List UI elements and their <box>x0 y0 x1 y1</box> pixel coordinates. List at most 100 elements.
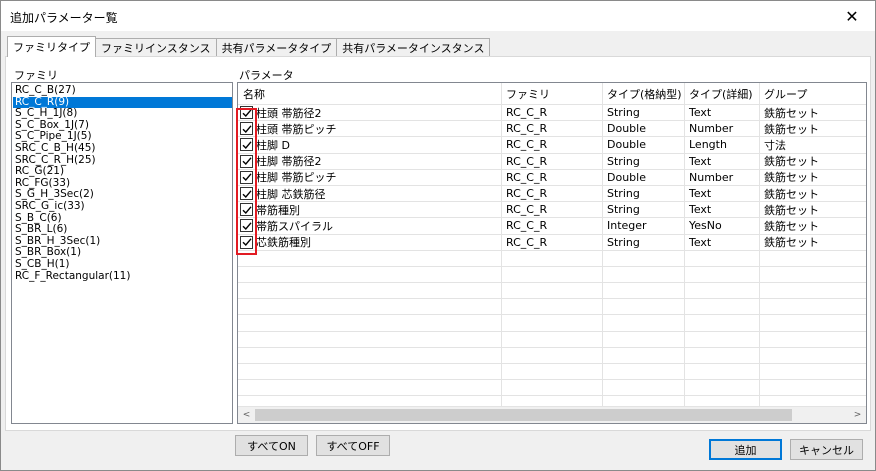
check-icon <box>242 206 252 214</box>
empty-cell <box>760 348 866 363</box>
empty-cell <box>502 283 603 299</box>
add-button[interactable]: 追加 <box>709 439 782 460</box>
row-name-cell: 帯筋種別 <box>238 202 502 218</box>
row-checkbox[interactable] <box>240 154 253 168</box>
empty-cell <box>760 299 866 314</box>
row-storage-cell: String <box>603 185 685 202</box>
row-name-cell: 帯筋スパイラル <box>238 218 502 234</box>
close-icon: ✕ <box>845 6 859 26</box>
row-checkbox[interactable] <box>240 138 253 152</box>
row-detail-cell: Number <box>685 169 760 185</box>
row-detail-cell: YesNo <box>685 218 760 234</box>
row-group-cell: 鉄筋セット <box>760 218 866 233</box>
row-detail-cell: Text <box>685 153 760 169</box>
row-name-text: 芯鉄筋種別 <box>256 236 311 250</box>
row-detail-cell: Text <box>685 185 760 202</box>
table-row[interactable]: 柱脚 D RC_C_R Double Length 寸法 <box>238 137 866 154</box>
empty-cell <box>760 332 866 347</box>
family-list-item[interactable]: RC_G(21) <box>13 166 232 178</box>
row-name-text: 柱脚 帯筋径2 <box>256 155 322 169</box>
row-name-cell: 柱脚 帯筋径2 <box>238 153 502 169</box>
table-row[interactable]: 柱頭 帯筋ピッチ RC_C_R Double Number 鉄筋セット <box>238 121 866 138</box>
row-checkbox[interactable] <box>240 122 253 136</box>
empty-cell <box>603 315 685 331</box>
row-name-cell: 柱脚 芯鉄筋径 <box>238 185 502 202</box>
row-checkbox[interactable] <box>240 187 253 201</box>
row-family-cell: RC_C_R <box>502 105 603 121</box>
empty-cell <box>502 266 603 283</box>
row-checkbox[interactable] <box>240 106 253 120</box>
row-name-cell: 柱頭 帯筋ピッチ <box>238 121 502 137</box>
row-storage-cell: Double <box>603 137 685 153</box>
table-row[interactable]: 柱脚 帯筋径2 RC_C_R String Text 鉄筋セット <box>238 153 866 170</box>
header-group[interactable]: グループ <box>760 83 866 104</box>
family-list-item[interactable]: RC_C_B(27) <box>13 84 232 97</box>
row-group-cell: 鉄筋セット <box>760 186 866 201</box>
check-icon <box>242 141 252 150</box>
table-row[interactable]: 柱頭 帯筋径2 RC_C_R String Text 鉄筋セット <box>238 105 866 122</box>
empty-cell <box>238 331 502 347</box>
empty-row <box>238 315 866 332</box>
grid-table: 名称 ファミリ タイプ(格納型) タイプ(詳細) グループ 柱頭 帯筋径2 RC_… <box>238 83 866 413</box>
family-list-item[interactable]: SRC_G_ic(33) <box>13 200 232 213</box>
row-checkbox[interactable] <box>240 235 253 249</box>
family-list-item[interactable]: SRC_C_B_H(45) <box>13 142 232 155</box>
tab-shared-type[interactable]: 共有パラメータタイプ <box>215 38 338 57</box>
row-group-cell: 鉄筋セット <box>760 202 866 217</box>
tab-family-type[interactable]: ファミリタイプ <box>7 36 96 57</box>
family-list-item[interactable]: S_CB_H(1) <box>13 258 232 271</box>
row-checkbox[interactable] <box>240 203 253 217</box>
scroll-thumb[interactable] <box>255 409 792 421</box>
table-row[interactable]: 帯筋スパイラル RC_C_R Integer YesNo 鉄筋セット <box>238 218 866 235</box>
row-storage-cell: String <box>603 105 685 121</box>
row-storage-cell: Double <box>603 121 685 137</box>
check-icon <box>242 222 252 230</box>
tab-panel: ファミリ パラメータ RC_C_B(27) RC_C_R(9) S_C_H_1J(8… <box>5 56 871 431</box>
table-row[interactable]: 帯筋種別 RC_C_R String Text 鉄筋セット <box>238 202 866 219</box>
tab-family-instance[interactable]: ファミリインスタンス <box>95 38 217 57</box>
empty-cell <box>603 250 685 266</box>
check-icon <box>242 238 252 247</box>
row-detail-cell: Text <box>685 105 760 121</box>
horizontal-scrollbar[interactable]: < > <box>238 406 866 423</box>
cancel-button[interactable]: キャンセル <box>790 439 863 460</box>
empty-cell <box>603 266 685 283</box>
empty-cell <box>502 315 603 331</box>
header-detail-type[interactable]: タイプ(詳細) <box>685 83 760 104</box>
row-group-cell: 鉄筋セット <box>760 235 866 250</box>
row-checkbox[interactable] <box>240 219 253 233</box>
family-list[interactable]: RC_C_B(27) RC_C_R(9) S_C_H_1J(8) S_C_Box_1J… <box>11 82 233 424</box>
empty-cell <box>502 299 603 315</box>
empty-row <box>238 283 866 300</box>
empty-cell <box>760 315 866 330</box>
family-list-item[interactable]: S_BR_L(6) <box>13 224 232 236</box>
family-list-item[interactable]: RC_F_Rectangular(11) <box>13 270 232 283</box>
row-detail-cell: Length <box>685 137 760 153</box>
tab-strip: ファミリタイプ ファミリインスタンス 共有パラメータタイプ 共有パラメータインス… <box>7 36 491 57</box>
row-family-cell: RC_C_R <box>502 137 603 153</box>
table-row[interactable]: 柱脚 帯筋ピッチ RC_C_R Double Number 鉄筋セット <box>238 169 866 186</box>
header-family[interactable]: ファミリ <box>502 83 603 104</box>
row-name-cell: 柱脚 帯筋ピッチ <box>238 169 502 185</box>
empty-row <box>238 331 866 348</box>
row-name-text: 柱脚 芯鉄筋径 <box>256 187 326 201</box>
header-storage-type[interactable]: タイプ(格納型) <box>603 83 685 104</box>
empty-cell <box>238 347 502 363</box>
row-name-text: 柱頭 帯筋ピッチ <box>256 122 337 136</box>
row-checkbox[interactable] <box>240 170 253 184</box>
parameter-grid[interactable]: 名称 ファミリ タイプ(格納型) タイプ(詳細) グループ 柱頭 帯筋径2 RC_… <box>237 82 867 424</box>
row-group-cell: 鉄筋セット <box>760 105 866 120</box>
scroll-right-icon[interactable]: > <box>849 407 866 423</box>
window-title: 追加パラメーター覧 <box>10 11 118 25</box>
close-button[interactable]: ✕ <box>829 1 875 31</box>
all-off-button[interactable]: すべてOFF <box>316 435 390 456</box>
title-bar: 追加パラメーター覧 ✕ <box>1 1 875 31</box>
empty-cell <box>760 364 866 379</box>
empty-cell <box>685 250 760 266</box>
header-name[interactable]: 名称 <box>238 83 502 104</box>
table-row[interactable]: 柱脚 芯鉄筋径 RC_C_R String Text 鉄筋セット <box>238 185 866 203</box>
scroll-left-icon[interactable]: < <box>238 407 255 423</box>
table-row[interactable]: 芯鉄筋種別 RC_C_R String Text 鉄筋セット <box>238 234 866 251</box>
all-on-button[interactable]: すべてON <box>235 435 308 456</box>
tab-shared-instance[interactable]: 共有パラメータインスタンス <box>336 38 491 57</box>
